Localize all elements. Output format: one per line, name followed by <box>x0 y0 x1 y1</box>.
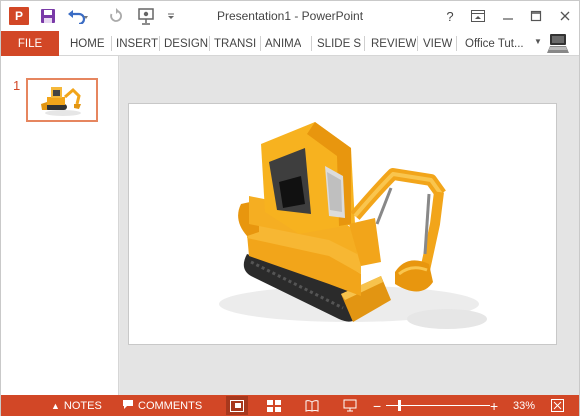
slide-editing-area <box>120 56 579 395</box>
window-title: Presentation1 - PowerPoint <box>216 9 364 23</box>
slide-show-icon[interactable] <box>339 396 361 415</box>
normal-view-icon[interactable] <box>226 396 248 415</box>
title-bar: P Presentation1 - PowerPoint ? <box>1 1 579 31</box>
slide-canvas[interactable] <box>128 103 557 345</box>
excavator-image[interactable] <box>129 104 557 345</box>
help-icon[interactable]: ? <box>439 6 461 26</box>
ribbon-tabs: FILE HOME INSERT DESIGN TRANSI ANIMA SLI… <box>1 31 579 56</box>
tab-separator <box>111 36 112 51</box>
tab-separator <box>209 36 210 51</box>
account-name[interactable]: Office Tut... <box>465 31 524 56</box>
tab-separator <box>364 36 365 51</box>
notes-label: NOTES <box>63 399 102 412</box>
tab-home[interactable]: HOME <box>70 31 105 56</box>
tab-separator <box>417 36 418 51</box>
tab-separator <box>159 36 160 51</box>
account-dropdown-icon[interactable]: ▼ <box>534 37 542 46</box>
slide-sorter-icon[interactable] <box>263 396 285 415</box>
ribbon-display-options-icon[interactable] <box>467 6 489 26</box>
tab-separator <box>456 36 457 51</box>
fit-to-window-icon[interactable] <box>546 396 568 415</box>
excavator-thumbnail-icon <box>41 87 81 116</box>
tab-separator <box>311 36 312 51</box>
slide-thumbnail-1[interactable] <box>26 78 98 122</box>
maximize-icon[interactable] <box>525 6 547 26</box>
tab-separator <box>260 36 261 51</box>
zoom-in-icon[interactable]: + <box>490 395 498 416</box>
powerpoint-window: P Presentation1 - PowerPoint ? FILE HOME… <box>0 0 580 416</box>
tab-design[interactable]: DESIGN <box>164 31 208 56</box>
tab-view[interactable]: VIEW <box>423 31 452 56</box>
reading-view-icon[interactable] <box>301 396 323 415</box>
workspace: 1 <box>1 56 579 395</box>
zoom-slider-thumb[interactable] <box>398 400 402 411</box>
close-icon[interactable] <box>554 6 576 26</box>
zoom-percent[interactable]: 33% <box>513 395 535 416</box>
comments-button[interactable]: COMMENTS <box>122 395 202 416</box>
minimize-icon[interactable] <box>497 6 519 26</box>
tab-animations[interactable]: ANIMA <box>265 31 301 56</box>
tab-transitions[interactable]: TRANSI <box>214 31 256 56</box>
notes-button[interactable]: ▲ NOTES <box>51 395 102 416</box>
zoom-slider[interactable] <box>386 405 490 406</box>
status-bar: ▲ NOTES COMMENTS − + 33% <box>1 395 579 416</box>
notes-icon: ▲ <box>51 400 60 411</box>
tab-file[interactable]: FILE <box>1 31 59 56</box>
tab-slide-show[interactable]: SLIDE S <box>317 31 361 56</box>
slide-number: 1 <box>13 78 21 93</box>
tab-insert[interactable]: INSERT <box>116 31 158 56</box>
slide-thumbnail-pane: 1 <box>1 56 119 395</box>
comments-icon <box>122 399 134 413</box>
comments-label: COMMENTS <box>138 399 203 412</box>
zoom-out-icon[interactable]: − <box>373 395 381 416</box>
account-avatar-icon[interactable] <box>546 33 570 55</box>
tab-review[interactable]: REVIEW <box>371 31 416 56</box>
